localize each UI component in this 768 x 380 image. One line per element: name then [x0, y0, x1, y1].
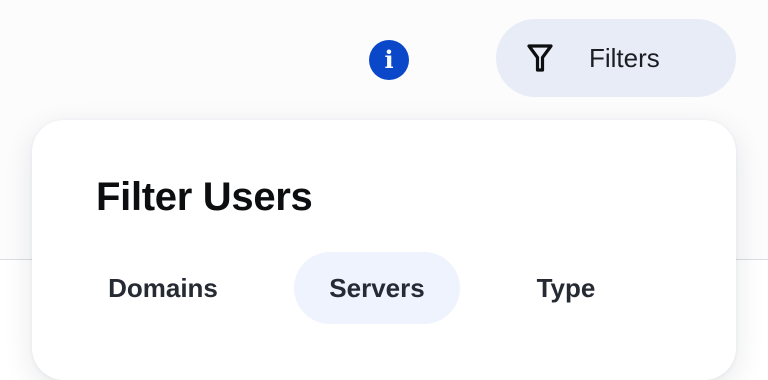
filter-users-panel: Filter Users Domains Servers Type: [32, 120, 736, 380]
filters-button[interactable]: Filters: [496, 19, 736, 97]
filters-label: Filters: [589, 42, 660, 73]
tab-servers[interactable]: Servers: [294, 252, 460, 324]
filter-tabs: Domains Servers Type: [80, 252, 629, 324]
info-icon: i: [384, 45, 394, 74]
filter-funnel-icon: [527, 44, 553, 72]
tab-domains[interactable]: Domains: [80, 252, 246, 324]
info-button[interactable]: i: [369, 40, 409, 80]
panel-title: Filter Users: [96, 175, 313, 219]
tab-type[interactable]: Type: [503, 252, 629, 324]
